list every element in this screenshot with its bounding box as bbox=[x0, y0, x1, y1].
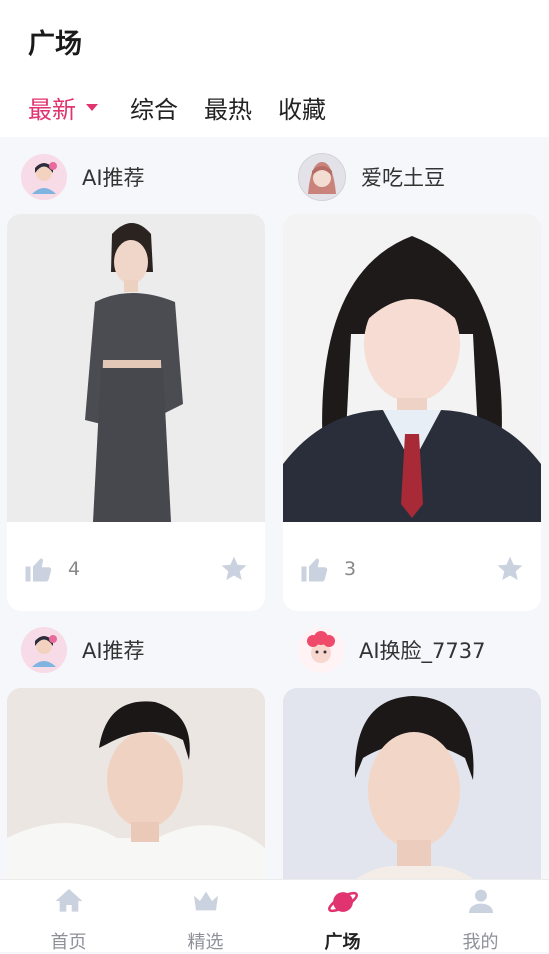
post-author[interactable]: 爱吃土豆 bbox=[298, 151, 445, 203]
star-icon[interactable] bbox=[495, 554, 525, 588]
tab-hottest[interactable]: 最热 bbox=[204, 90, 252, 125]
post-card[interactable]: 4 bbox=[7, 214, 265, 611]
author-avatar[interactable] bbox=[21, 627, 67, 673]
filter-tabs: 最新 综合 最热 收藏 bbox=[28, 90, 352, 124]
post-actions: 4 bbox=[7, 550, 265, 590]
author-avatar[interactable] bbox=[21, 154, 67, 200]
nav-home[interactable]: 首页 bbox=[0, 880, 137, 953]
nav-label: 广场 bbox=[324, 932, 361, 953]
nav-label: 精选 bbox=[187, 932, 224, 953]
user-icon bbox=[465, 885, 497, 921]
crown-icon bbox=[189, 885, 223, 921]
author-name: AI推荐 bbox=[82, 166, 145, 190]
nav-label: 首页 bbox=[50, 932, 87, 953]
author-name: AI推荐 bbox=[82, 639, 145, 663]
bottom-nav: 首页 精选 广场 我的 bbox=[0, 879, 549, 953]
author-avatar[interactable] bbox=[298, 627, 344, 673]
post-image[interactable] bbox=[283, 214, 541, 522]
author-name: AI换脸_7737 bbox=[359, 639, 486, 663]
post-image[interactable] bbox=[7, 688, 265, 879]
header: 广场 最新 综合 最热 收藏 bbox=[0, 0, 549, 137]
tab-label: 综合 bbox=[130, 95, 178, 124]
author-name: 爱吃土豆 bbox=[361, 166, 445, 190]
star-icon[interactable] bbox=[219, 554, 249, 588]
nav-label: 我的 bbox=[462, 932, 499, 953]
nav-featured[interactable]: 精选 bbox=[137, 880, 274, 953]
tab-latest[interactable]: 最新 bbox=[28, 90, 104, 125]
home-icon bbox=[53, 885, 85, 921]
post-image[interactable] bbox=[7, 214, 265, 522]
post-card[interactable]: 3 bbox=[283, 214, 541, 611]
tab-label: 最热 bbox=[204, 95, 252, 124]
post-feed[interactable]: AI推荐 爱吃土豆 4 3 AI推荐 AI换脸_7737 bbox=[0, 137, 549, 879]
nav-profile[interactable]: 我的 bbox=[412, 880, 549, 953]
thumbs-up-icon[interactable] bbox=[299, 554, 329, 588]
post-author[interactable]: AI推荐 bbox=[21, 151, 145, 203]
post-author[interactable]: AI换脸_7737 bbox=[298, 624, 486, 676]
planet-icon bbox=[326, 885, 360, 923]
nav-square[interactable]: 广场 bbox=[274, 880, 411, 953]
post-actions: 3 bbox=[283, 550, 541, 590]
post-card[interactable] bbox=[7, 688, 265, 879]
tab-favorites[interactable]: 收藏 bbox=[278, 90, 326, 125]
tab-label: 最新 bbox=[28, 95, 76, 124]
post-author[interactable]: AI推荐 bbox=[21, 624, 145, 676]
post-card[interactable] bbox=[283, 688, 541, 879]
caret-down-icon bbox=[86, 103, 98, 111]
tab-label: 收藏 bbox=[278, 95, 326, 124]
thumbs-up-icon[interactable] bbox=[23, 554, 53, 588]
page-title: 广场 bbox=[28, 29, 82, 60]
post-image[interactable] bbox=[283, 688, 541, 879]
like-count: 4 bbox=[68, 558, 81, 580]
tab-comprehensive[interactable]: 综合 bbox=[130, 90, 178, 125]
author-avatar[interactable] bbox=[298, 153, 346, 201]
like-count: 3 bbox=[344, 558, 357, 580]
